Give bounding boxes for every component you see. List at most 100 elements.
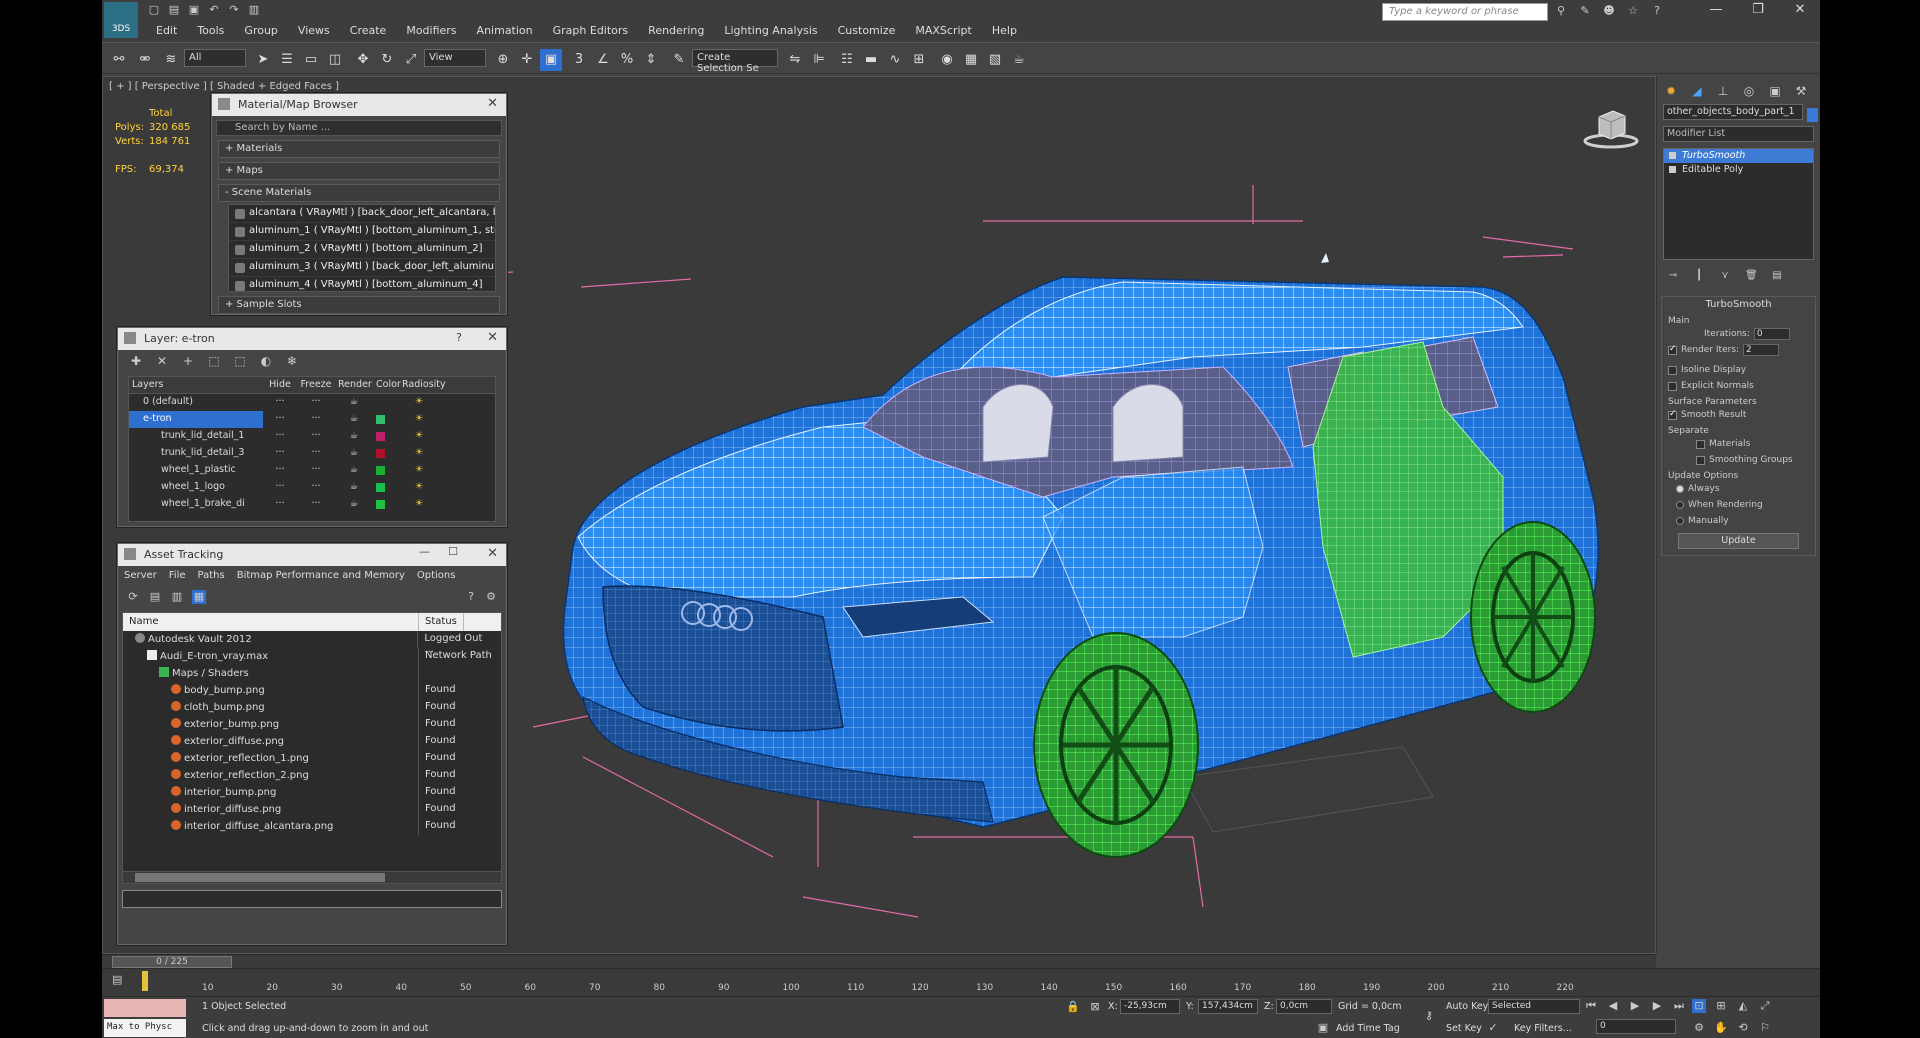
help-button[interactable]: ?	[456, 331, 462, 344]
asset-row[interactable]: Maps / Shaders	[123, 665, 501, 682]
help-icon[interactable]: ?	[1648, 2, 1666, 20]
menu-group[interactable]: Group	[234, 22, 288, 39]
asset-row[interactable]: interior_diffuse.png Found	[123, 801, 501, 818]
maxscript-listener-top[interactable]	[104, 999, 186, 1017]
layer-render-toggle[interactable]: ☕	[335, 428, 373, 445]
rectangular-selection-icon[interactable]: ▭	[300, 49, 322, 71]
explicit-normals-checkbox[interactable]	[1668, 381, 1677, 391]
close-icon[interactable]: ✕	[487, 96, 498, 111]
sample-slots-section[interactable]: + Sample Slots	[218, 296, 500, 314]
pivot-center-icon[interactable]: ⊕	[492, 49, 514, 71]
go-to-end-icon[interactable]: ⏭	[1672, 999, 1686, 1013]
asset-row[interactable]: exterior_bump.png Found	[123, 716, 501, 733]
bind-space-warp-icon[interactable]: ≋	[160, 49, 182, 71]
menu-animation[interactable]: Animation	[467, 22, 543, 39]
minimize-icon[interactable]: —	[419, 545, 430, 558]
material-search-input[interactable]: Search by Name ...	[216, 120, 502, 136]
asset-menu-options[interactable]: Options	[417, 570, 456, 582]
hierarchy-tab-icon[interactable]: ⊥	[1713, 82, 1733, 100]
scene-materials-section[interactable]: - Scene Materials	[218, 184, 500, 202]
layer-name[interactable]: wheel_1_brake_di	[129, 496, 263, 513]
layer-hide-toggle[interactable]: ···	[263, 496, 297, 513]
schematic-view-icon[interactable]: ⊞	[908, 49, 930, 71]
tools-icon[interactable]: ✎	[1576, 2, 1594, 20]
add-time-tag-icon[interactable]: ▣	[1316, 1021, 1330, 1035]
hide-all-icon[interactable]: ◐	[258, 353, 274, 369]
close-icon[interactable]: ✕	[487, 546, 498, 561]
lock-selection-icon[interactable]: 🔒	[1066, 1000, 1080, 1014]
track-bar[interactable]: ▤ 10 20 30 40 50 60 70 80 90 100 110 120 130 140 150 16…	[102, 968, 1820, 996]
layer-hide-toggle[interactable]: ···	[263, 411, 297, 428]
layer-render-toggle[interactable]: ☕	[335, 496, 373, 513]
layer-row[interactable]: wheel_1_plastic ··· ··· ☕ ☀	[129, 462, 495, 479]
layer-freeze-toggle[interactable]: ···	[297, 462, 335, 479]
update-manually-radio[interactable]	[1676, 517, 1684, 525]
link-icon[interactable]: ⚯	[108, 49, 130, 71]
asset-row[interactable]: exterior_reflection_2.png Found	[123, 767, 501, 784]
layer-color-swatch[interactable]	[373, 445, 399, 462]
layer-hide-toggle[interactable]: ···	[263, 445, 297, 462]
named-selection-set-dropdown[interactable]: Create Selection Se	[692, 49, 778, 74]
add-time-tag[interactable]: Add Time Tag	[1336, 1023, 1400, 1034]
layer-color-swatch[interactable]	[373, 462, 399, 479]
layer-freeze-toggle[interactable]: ···	[297, 411, 335, 428]
menu-maxscript[interactable]: MAXScript	[905, 22, 981, 39]
col-freeze[interactable]: Freeze	[297, 377, 335, 393]
app-logo[interactable]: 3DS	[104, 2, 138, 38]
search-input[interactable]: Type a keyword or phrase	[1382, 3, 1548, 21]
align-icon[interactable]: ⊫	[808, 49, 830, 71]
update-always-radio[interactable]	[1676, 485, 1684, 493]
layer-row[interactable]: e-tron ··· ··· ☕ ☀	[129, 411, 495, 428]
layer-color-swatch[interactable]	[373, 479, 399, 496]
select-layer-objects-icon[interactable]: ⬚	[206, 353, 222, 369]
time-configuration-icon[interactable]: ⚙	[1692, 1021, 1706, 1035]
go-to-start-icon[interactable]: ⏮	[1584, 999, 1598, 1013]
utilities-tab-icon[interactable]: ⚒	[1791, 82, 1811, 100]
set-key-button[interactable]: Set Key	[1446, 1023, 1482, 1034]
perspective-viewport[interactable]: [ + ] [ Perspective ] [ Shaded + Edged F…	[102, 76, 1656, 954]
menu-create[interactable]: Create	[340, 22, 397, 39]
delete-layer-icon[interactable]: ✕	[154, 353, 170, 369]
menu-tools[interactable]: Tools	[187, 22, 234, 39]
render-setup-icon[interactable]: ▦	[960, 49, 982, 71]
maximize-icon[interactable]: ☐	[448, 545, 458, 558]
table-view-icon[interactable]: ▥	[170, 590, 184, 604]
layer-row[interactable]: wheel_1_logo ··· ··· ☕ ☀	[129, 479, 495, 496]
layer-row[interactable]: 0 (default) ··· ··· ☕ ☀	[129, 394, 495, 411]
layer-color-swatch[interactable]	[373, 428, 399, 445]
close-icon[interactable]: ✕	[487, 330, 498, 345]
material-editor-icon[interactable]: ◉	[936, 49, 958, 71]
layer-freeze-toggle[interactable]: ···	[297, 445, 335, 462]
create-tab-icon[interactable]: ✹	[1661, 82, 1681, 100]
col-color[interactable]: Color	[373, 377, 401, 393]
modifier-list-dropdown[interactable]: Modifier List	[1663, 126, 1814, 142]
remove-modifier-icon[interactable]: 🗑	[1745, 270, 1758, 282]
keyboard-shortcut-override-icon[interactable]: ▣	[540, 49, 562, 71]
smooth-result-checkbox[interactable]	[1668, 409, 1677, 420]
list-view-icon[interactable]: ▤	[148, 590, 162, 604]
update-when-rendering-radio[interactable]	[1676, 501, 1684, 509]
update-button[interactable]: Update	[1678, 533, 1799, 549]
rendered-frame-window-icon[interactable]: ▧	[984, 49, 1006, 71]
mirror-icon[interactable]: ⇋	[784, 49, 806, 71]
layer-radiosity-toggle[interactable]: ☀	[399, 479, 439, 496]
layer-radiosity-toggle[interactable]: ☀	[399, 445, 439, 462]
layer-name[interactable]: e-tron	[129, 411, 263, 428]
toggle-ribbon-icon[interactable]: ▬	[860, 49, 882, 71]
layer-name[interactable]: trunk_lid_detail_3	[129, 445, 263, 462]
viewport-label[interactable]: [ + ] [ Perspective ] [ Shaded + Edged F…	[109, 81, 339, 92]
absolute-mode-icon[interactable]: ⊠	[1088, 1000, 1102, 1014]
material-item[interactable]: aluminum_4 ( VRayMtl ) [bottom_aluminum_…	[229, 277, 495, 291]
modify-tab-icon[interactable]: ◢	[1687, 82, 1707, 100]
redo-icon[interactable]: ↷	[226, 2, 242, 18]
current-frame-marker[interactable]	[142, 971, 148, 991]
asset-row[interactable]: exterior_reflection_1.png Found	[123, 750, 501, 767]
show-end-result-icon[interactable]: ┃	[1693, 270, 1705, 282]
freeze-all-icon[interactable]: ❄	[284, 353, 300, 369]
maxscript-listener[interactable]: Max to Physc	[104, 1019, 186, 1037]
layer-explorer-icon[interactable]: ☷	[836, 49, 858, 71]
select-manipulate-icon[interactable]: ✛	[516, 49, 538, 71]
new-layer-icon[interactable]: ✚	[128, 353, 144, 369]
menu-modifiers[interactable]: Modifiers	[396, 22, 466, 39]
pin-stack-icon[interactable]: ⊸	[1667, 270, 1679, 282]
